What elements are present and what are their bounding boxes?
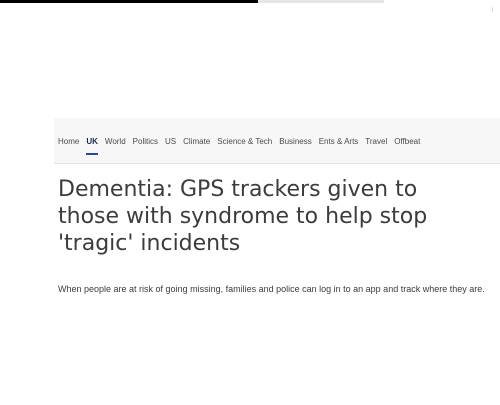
nav-item-world[interactable]: World: [105, 136, 126, 148]
nav-item-climate[interactable]: Climate: [183, 136, 210, 148]
nav-item-uk[interactable]: UK: [86, 136, 98, 155]
article-frame: Home UK World Politics US Climate Scienc…: [54, 118, 500, 316]
scroll-indicator-icon: ╷: [490, 3, 495, 12]
nav-item-travel[interactable]: Travel: [365, 136, 387, 148]
top-loading-bar: [0, 0, 258, 3]
nav-item-politics[interactable]: Politics: [133, 136, 158, 148]
nav-item-ents-arts[interactable]: Ents & Arts: [319, 136, 359, 148]
nav-item-business[interactable]: Business: [279, 136, 311, 148]
section-nav: Home UK World Politics US Climate Scienc…: [54, 118, 500, 164]
article-standfirst: When people are at risk of going missing…: [58, 284, 485, 294]
nav-item-science-tech[interactable]: Science & Tech: [217, 136, 272, 148]
nav-item-offbeat[interactable]: Offbeat: [394, 136, 420, 148]
section-nav-list: Home UK World Politics US Climate Scienc…: [58, 136, 420, 155]
top-progress-track: [258, 0, 384, 3]
article-headline: Dementia: GPS trackers given to those wi…: [58, 177, 428, 256]
nav-item-us[interactable]: US: [165, 136, 176, 148]
nav-item-home[interactable]: Home: [58, 136, 79, 148]
